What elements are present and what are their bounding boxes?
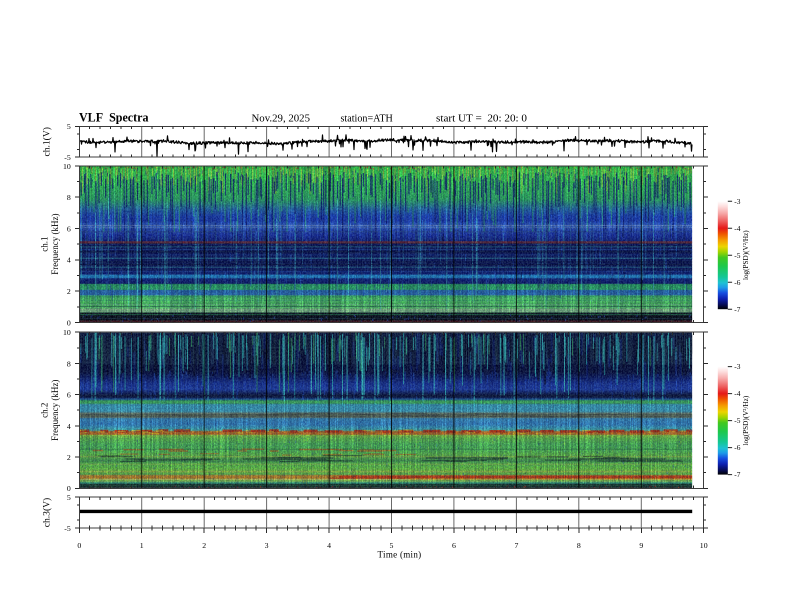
svg-text:8: 8: [67, 193, 71, 202]
svg-text:2: 2: [202, 541, 206, 550]
svg-text:-3: -3: [734, 197, 740, 206]
svg-text:ch.3(V): ch.3(V): [42, 498, 53, 528]
svg-text:log(PSD)(V²/Hz): log(PSD)(V²/Hz): [742, 230, 750, 280]
svg-text:-3: -3: [734, 362, 740, 371]
svg-text:-6: -6: [734, 443, 740, 452]
svg-text:6: 6: [67, 391, 71, 400]
svg-text:-5: -5: [734, 251, 740, 260]
svg-text:5: 5: [67, 493, 71, 502]
svg-text:10: 10: [700, 541, 708, 550]
svg-text:6: 6: [452, 541, 456, 550]
svg-text:-7: -7: [734, 305, 740, 314]
svg-text:10: 10: [63, 328, 71, 337]
svg-text:0: 0: [77, 541, 81, 550]
svg-text:0: 0: [67, 318, 71, 327]
svg-text:8: 8: [67, 359, 71, 368]
svg-text:2: 2: [67, 453, 71, 462]
svg-text:ch.1: ch.1: [40, 236, 50, 251]
svg-text:start UT = 20: 20: 0: start UT = 20: 20: 0: [436, 114, 527, 125]
svg-text:-4: -4: [734, 224, 740, 233]
svg-text:4: 4: [67, 422, 71, 431]
svg-text:6: 6: [67, 224, 71, 233]
svg-text:-5: -5: [734, 416, 740, 425]
svg-text:-7: -7: [734, 470, 740, 479]
svg-text:Frequency (kHz): Frequency (kHz): [50, 380, 60, 441]
svg-text:ch.2: ch.2: [40, 403, 50, 418]
svg-text:8: 8: [577, 541, 581, 550]
svg-text:9: 9: [639, 541, 643, 550]
svg-text:7: 7: [514, 541, 518, 550]
svg-text:2: 2: [67, 287, 71, 296]
svg-text:Time (min): Time (min): [378, 550, 422, 560]
svg-text:4: 4: [327, 541, 331, 550]
svg-text:5: 5: [67, 122, 71, 131]
svg-text:Nov.29, 2025: Nov.29, 2025: [252, 114, 311, 125]
svg-text:3: 3: [265, 541, 269, 550]
svg-text:4: 4: [67, 256, 71, 265]
svg-text:10: 10: [63, 162, 71, 171]
svg-text:ch.1(V): ch.1(V): [42, 127, 53, 157]
svg-text:station=ATH: station=ATH: [341, 114, 393, 125]
svg-text:log(PSD)(V²/Hz): log(PSD)(V²/Hz): [742, 395, 750, 445]
svg-text:-5: -5: [64, 524, 71, 533]
svg-text:-4: -4: [734, 389, 740, 398]
svg-text:VLF Spectra: VLF Spectra: [79, 110, 149, 124]
svg-text:0: 0: [67, 484, 71, 493]
svg-text:-6: -6: [734, 278, 740, 287]
svg-text:1: 1: [140, 541, 144, 550]
svg-text:Frequency (kHz): Frequency (kHz): [50, 213, 60, 274]
svg-text:-5: -5: [64, 153, 71, 162]
